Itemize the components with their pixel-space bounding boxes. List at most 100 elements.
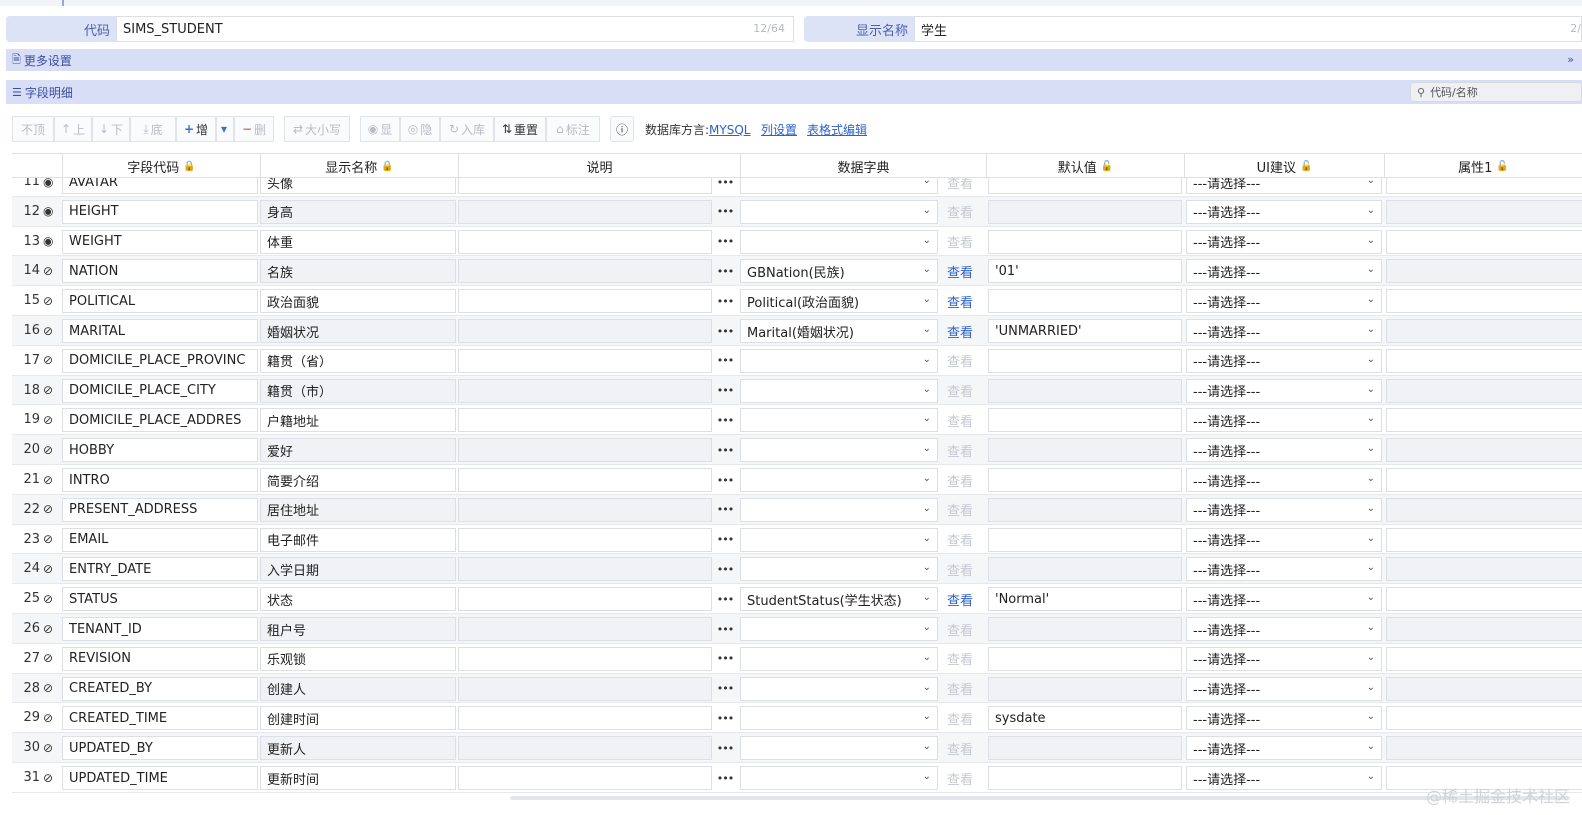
field-code-input[interactable]: HEIGHT [62,199,258,224]
ui-suggestion-select[interactable]: ---请选择--- ⌄ [1186,676,1382,701]
ui-suggestion-select[interactable]: ---请选择--- ⌄ [1186,587,1382,612]
display-name-input[interactable]: 更新时间 [260,766,456,790]
display-name-input[interactable]: 更新人 [260,736,456,761]
eye-slash-icon[interactable]: ⊘ [43,495,53,524]
data-dict-select[interactable]: ⌄ [740,527,938,552]
description-input[interactable] [458,259,712,284]
ui-suggestion-select[interactable]: ---请选择--- ⌄ [1186,319,1382,343]
reset-button[interactable]: ⇅ 重置 [494,116,546,142]
move-up-button[interactable]: ↑ 上 [54,116,92,142]
field-code-input[interactable]: UPDATED_BY [62,736,258,761]
field-code-input[interactable]: CREATED_BY [62,676,258,701]
display-name-input[interactable]: 创建人 [260,676,456,701]
eye-slash-icon[interactable]: ⊘ [43,674,53,703]
chevron-double-down-icon[interactable]: » [1567,53,1574,66]
data-dict-select[interactable]: ⌄ [740,497,938,522]
default-value-input[interactable] [988,527,1182,552]
more-dots-icon[interactable]: ••• [713,498,737,522]
more-dots-icon[interactable]: ••• [713,528,737,552]
more-dots-icon[interactable]: ••• [713,617,737,641]
ui-suggestion-select[interactable]: ---请选择--- ⌄ [1186,736,1382,761]
ui-suggestion-select[interactable]: ---请选择--- ⌄ [1186,766,1382,790]
view-dict-link[interactable]: 查看 [947,468,973,492]
description-input[interactable] [458,348,712,373]
default-value-input[interactable] [988,646,1182,671]
attribute-1-input[interactable] [1386,259,1582,284]
ui-suggestion-select[interactable]: ---请选择--- ⌄ [1186,229,1382,254]
ui-suggestion-select[interactable]: ---请选择--- ⌄ [1186,468,1382,492]
more-dots-icon[interactable]: ••• [713,200,737,224]
field-search-input[interactable]: ⚲ 代码/名称 [1410,82,1582,102]
attribute-1-input[interactable] [1386,348,1582,373]
attribute-1-input[interactable] [1386,587,1582,612]
more-dots-icon[interactable]: ••• [713,468,737,492]
move-down-button[interactable]: ↓ 下 [92,116,130,142]
description-input[interactable] [458,736,712,761]
default-value-input[interactable]: 'Normal' [988,587,1182,612]
eye-slash-icon[interactable]: ⊘ [43,256,53,285]
more-dots-icon[interactable]: ••• [713,349,737,373]
info-button[interactable]: ⓘ [610,116,634,142]
eye-slash-icon[interactable]: ⊘ [43,584,53,613]
more-dots-icon[interactable]: ••• [713,647,737,671]
data-dict-select[interactable]: ⌄ [740,557,938,582]
more-dots-icon[interactable]: ••• [713,557,737,581]
eye-slash-icon[interactable]: ⊘ [43,525,53,554]
display-name-input[interactable]: 学生 2/ [914,16,1582,42]
data-dict-select[interactable]: ⌄ [740,408,938,433]
display-name-input[interactable]: 乐观锁 [260,646,456,671]
field-code-input[interactable]: DOMICILE_PLACE_ADDRES [62,408,258,433]
attribute-1-input[interactable] [1386,557,1582,582]
more-dots-icon[interactable]: ••• [713,408,737,432]
eye-slash-icon[interactable]: ⊘ [43,733,53,762]
display-name-input[interactable]: 婚姻状况 [260,319,456,343]
header-data-dict[interactable]: 数据字典 [740,154,986,178]
description-input[interactable] [458,319,712,343]
eye-slash-icon[interactable]: ⊘ [43,286,53,315]
default-value-input[interactable] [988,408,1182,433]
field-code-input[interactable]: HOBBY [62,438,258,463]
ui-suggestion-select[interactable]: ---请选择--- ⌄ [1186,706,1382,731]
description-input[interactable] [458,706,712,731]
view-dict-link[interactable]: 查看 [947,289,973,313]
attribute-1-input[interactable] [1386,736,1582,761]
display-name-input[interactable]: 体重 [260,229,456,254]
add-field-button[interactable]: + 增 [176,116,216,142]
ui-suggestion-select[interactable]: ---请选择--- ⌄ [1186,289,1382,314]
view-dict-link[interactable]: 查看 [947,677,973,701]
ui-suggestion-select[interactable]: ---请选择--- ⌄ [1186,497,1382,522]
data-dict-select[interactable]: ⌄ [740,199,938,224]
header-default-value[interactable]: 默认值 🔓 [986,154,1184,178]
data-dict-select[interactable]: ⌄ [740,378,938,403]
attribute-1-input[interactable] [1386,617,1582,641]
ui-suggestion-select[interactable]: ---请选择--- ⌄ [1186,259,1382,284]
view-dict-link[interactable]: 查看 [947,587,973,611]
header-field-code[interactable]: 字段代码 🔒 [62,154,260,178]
ui-suggestion-select[interactable]: ---请选择--- ⌄ [1186,557,1382,582]
data-dict-select[interactable]: ⌄ [740,468,938,492]
view-dict-link[interactable]: 查看 [947,498,973,522]
description-input[interactable] [458,438,712,463]
ui-suggestion-select[interactable]: ---请选择--- ⌄ [1186,378,1382,403]
data-dict-select[interactable]: ⌄ [740,348,938,373]
move-top-button[interactable]: 不顶 [12,116,54,142]
view-dict-link[interactable]: 查看 [947,617,973,641]
attribute-1-input[interactable] [1386,527,1582,552]
view-dict-link[interactable]: 查看 [947,706,973,730]
data-dict-select[interactable]: Marital(婚姻状况) ⌄ [740,319,938,343]
eye-slash-icon[interactable]: ⊘ [43,614,53,643]
field-code-input[interactable]: UPDATED_TIME [62,766,258,790]
display-name-input[interactable]: 籍贯（省） [260,348,456,373]
description-input[interactable] [458,408,712,433]
description-input[interactable] [458,766,712,790]
eye-slash-icon[interactable]: ⊘ [43,316,53,345]
default-value-input[interactable] [988,348,1182,373]
description-input[interactable] [458,646,712,671]
field-code-input[interactable]: STATUS [62,587,258,612]
eye-slash-icon[interactable]: ⊘ [43,376,53,405]
header-ui-suggestion[interactable]: UI建议 🔓 [1184,154,1384,178]
more-dots-icon[interactable]: ••• [713,438,737,462]
display-name-input[interactable]: 爱好 [260,438,456,463]
ui-suggestion-select[interactable]: ---请选择--- ⌄ [1186,199,1382,224]
field-code-input[interactable]: WEIGHT [62,229,258,254]
